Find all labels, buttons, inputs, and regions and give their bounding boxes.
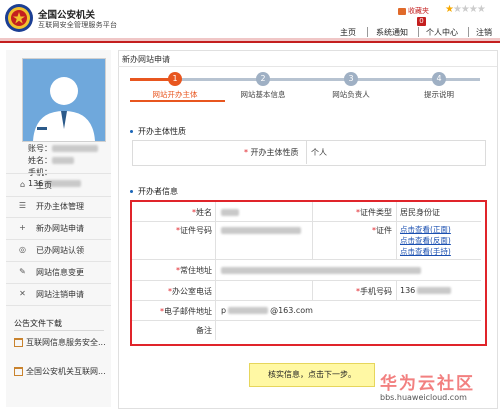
nav-separator: [468, 27, 469, 37]
sidebar-item-entity-management[interactable]: ☰ 开办主体管理: [6, 195, 111, 218]
nav-logout[interactable]: 注销: [476, 27, 492, 38]
step-4-label: 提示说明: [424, 90, 454, 99]
sidebar-item-cancel-site[interactable]: ✕ 网站注销申请: [6, 283, 111, 306]
entity-nature-label: * 开办主体性质: [244, 148, 299, 157]
sidebar-item-claim-site[interactable]: ◎ 已办网站认领: [6, 239, 111, 262]
rating-stars: ★★★★★: [445, 4, 486, 15]
column-divider: [312, 280, 313, 300]
mobile-value: 136: [400, 286, 452, 295]
notify-badge: 0: [417, 17, 426, 26]
row-divider: [132, 300, 481, 301]
doc-link[interactable]: 互联网信息服务安全...: [14, 337, 106, 348]
account-row: 账号：: [28, 143, 98, 154]
sidebar-item-label: 开办主体管理: [36, 202, 84, 211]
sidebar-item-label: 主页: [36, 181, 52, 190]
folder-icon: [14, 338, 23, 347]
site-title: 全国公安机关: [38, 10, 96, 21]
column-divider: [396, 280, 397, 300]
entity-nature-value: 个人: [311, 148, 327, 157]
header-red-bar: [0, 41, 500, 43]
masked-value: [52, 157, 74, 164]
cert-number-value: [221, 227, 301, 234]
title-divider: [118, 66, 497, 67]
doc-link[interactable]: 全国公安机关互联网...: [14, 366, 106, 377]
masked-value: [228, 307, 269, 314]
address-value: [221, 267, 421, 274]
nav-notifications[interactable]: 系统通知: [376, 27, 408, 38]
masked-value: [52, 145, 98, 152]
row-divider: [132, 280, 481, 281]
name-row: 姓名：: [28, 155, 74, 166]
remark-label: 备注: [196, 326, 212, 335]
docs-title: 公告文件下载: [14, 319, 62, 328]
page-title: 新办网站申请: [122, 55, 170, 64]
email-value: p @163.com: [221, 306, 313, 315]
user-silhouette-icon: [23, 59, 105, 141]
sidebar-item-home[interactable]: ⌂ 主页: [6, 173, 111, 197]
step-2-indicator: 2: [256, 72, 270, 86]
column-divider: [312, 202, 313, 259]
folder-icon: [14, 367, 23, 376]
step-3-label: 网站负责人: [332, 90, 370, 99]
nav-separator: [418, 27, 419, 37]
folder-icon: [398, 7, 406, 15]
nav-separator: [367, 27, 368, 37]
favorites-link[interactable]: 收藏夹: [398, 6, 429, 16]
column-divider: [215, 202, 216, 340]
plus-icon: +: [19, 223, 26, 232]
globe-icon: ◎: [19, 245, 26, 254]
name-value: [221, 209, 239, 216]
cert-type-label: *证件类型: [356, 208, 392, 217]
entity-nature-box: [132, 140, 486, 166]
cert-label: *证件: [372, 226, 392, 235]
bullet-icon: [130, 130, 133, 133]
section-owner-info: 开办者信息: [130, 186, 178, 197]
watermark-logo: 华为云社区: [380, 374, 475, 394]
annotation-tooltip: 核实信息，点击下一步。: [249, 363, 375, 387]
bullet-icon: [130, 190, 133, 193]
sidebar-item-label: 网站注销申请: [36, 290, 84, 299]
row-divider: [132, 320, 481, 321]
nav-home[interactable]: 主页: [340, 27, 356, 38]
office-phone-label: *办公室电话: [168, 287, 212, 296]
column-divider: [396, 202, 397, 259]
police-emblem-icon: [5, 4, 33, 32]
section-entity-nature: 开办主体性质: [130, 126, 186, 137]
step-3-indicator: 3: [344, 72, 358, 86]
watermark-url: bbs.huaweicloud.com: [380, 393, 467, 402]
nav-personal-center[interactable]: 个人中心: [426, 27, 458, 38]
sidebar-item-new-site[interactable]: + 新办网站申请: [6, 217, 111, 240]
row-divider: [132, 259, 481, 260]
close-icon: ✕: [19, 289, 26, 298]
step-1-indicator: 1: [168, 72, 182, 86]
avatar: [22, 58, 106, 142]
sidebar-item-label: 已办网站认领: [36, 246, 84, 255]
docs-divider: [14, 330, 104, 331]
masked-value: [417, 287, 452, 294]
sidebar-item-change-info[interactable]: ✎ 网站信息变更: [6, 261, 111, 284]
cert-handheld-link[interactable]: 点击查看(手持): [400, 246, 451, 257]
step-2-label: 网站基本信息: [240, 90, 286, 99]
email-label: *电子邮件地址: [160, 307, 212, 316]
sidebar-item-label: 新办网站申请: [36, 224, 84, 233]
edit-icon: ✎: [19, 267, 26, 276]
step-4-indicator: 4: [432, 72, 446, 86]
address-label: *常住地址: [176, 266, 212, 275]
step-1-label: 网站开办主体: [152, 90, 198, 99]
row-divider: [132, 221, 481, 222]
mobile-label: *手机号码: [356, 287, 392, 296]
sidebar-item-label: 网站信息变更: [36, 268, 84, 277]
home-icon: ⌂: [19, 180, 26, 189]
cell-divider: [306, 141, 307, 164]
cert-front-link[interactable]: 点击查看(正面): [400, 224, 451, 235]
cert-back-link[interactable]: 点击查看(反面): [400, 235, 451, 246]
site-subtitle: 互联网安全管理服务平台: [38, 21, 118, 29]
active-step-underline: [130, 100, 225, 102]
cert-number-label: *证件号码: [176, 226, 212, 235]
name-label: *姓名: [192, 208, 212, 217]
cert-type-value: 居民身份证: [400, 208, 440, 217]
list-icon: ☰: [18, 201, 27, 210]
